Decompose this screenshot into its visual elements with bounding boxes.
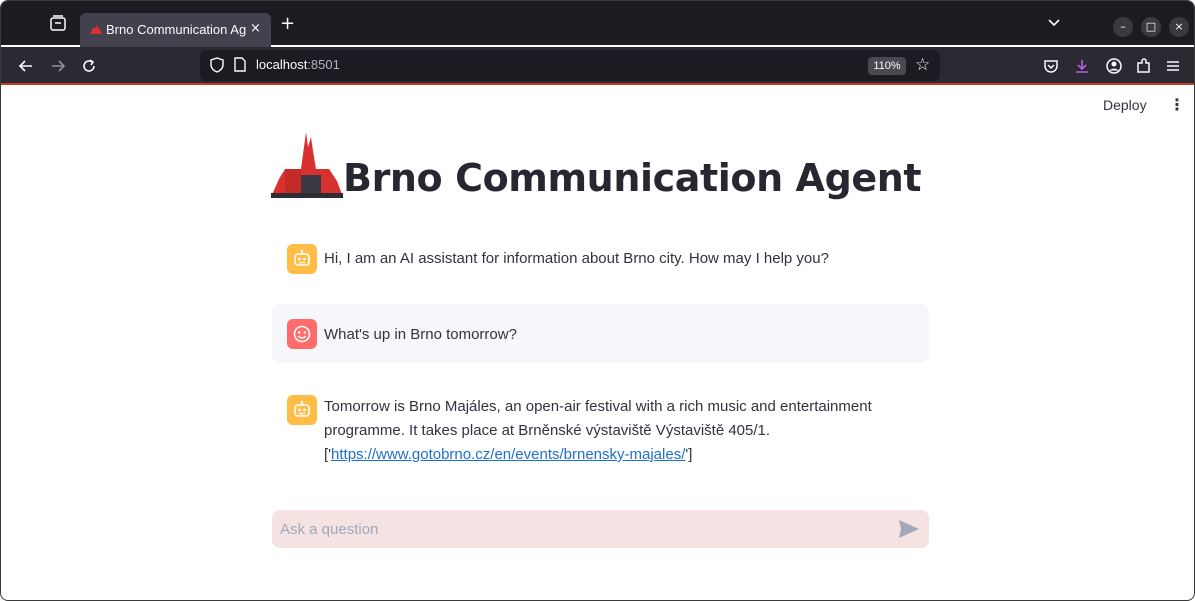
message-text: Hi, I am an AI assistant for information… [324, 250, 829, 267]
url-text[interactable]: localhost:8501 [256, 57, 340, 72]
star-icon[interactable]: ☆ [915, 54, 930, 76]
assistant-avatar [287, 244, 317, 274]
send-icon[interactable] [898, 519, 920, 539]
pocket-icon[interactable] [1042, 57, 1060, 75]
shield-icon[interactable] [210, 57, 224, 73]
maximize-button[interactable]: □ [1141, 17, 1161, 37]
message-text-after-link: '] [685, 446, 693, 463]
deploy-button[interactable]: Deploy [1103, 97, 1147, 113]
assistant-avatar [287, 395, 317, 425]
list-all-tabs-icon[interactable] [1047, 18, 1061, 28]
zoom-level-badge[interactable]: 110% [868, 57, 906, 75]
page-title: Brno Communication Agent [343, 156, 922, 200]
tab-overview-icon[interactable] [49, 14, 67, 32]
url-host: localhost [256, 57, 308, 72]
tab-bar: Brno Communication Agent × + – □ × [1, 1, 1194, 47]
brno-cathedral-icon [90, 24, 102, 34]
download-icon[interactable] [1073, 57, 1091, 75]
loading-indicator-line [1, 83, 1194, 85]
message-text: Tomorrow is Brno Majáles, an open-air fe… [324, 395, 924, 467]
reload-icon[interactable] [80, 57, 98, 75]
address-bar[interactable]: localhost:8501 110% ☆ [200, 50, 940, 81]
url-port: :8501 [307, 57, 340, 72]
chat-input[interactable] [280, 518, 880, 540]
menu-icon[interactable] [1164, 57, 1182, 75]
smiley-icon [293, 325, 311, 343]
browser-window: Brno Communication Agent × + – □ × [0, 0, 1195, 601]
extensions-icon[interactable] [1135, 57, 1153, 75]
tab-title: Brno Communication Agent [106, 22, 246, 37]
chat-message-assistant: Tomorrow is Brno Majáles, an open-air fe… [272, 384, 929, 474]
forward-icon[interactable] [49, 57, 67, 75]
robot-icon [294, 249, 310, 266]
back-icon[interactable] [17, 57, 35, 75]
tab-active[interactable]: Brno Communication Agent × [80, 13, 271, 47]
minimize-button[interactable]: – [1113, 17, 1133, 37]
new-tab-button[interactable]: + [280, 15, 295, 33]
message-text: What's up in Brno tomorrow? [324, 326, 517, 343]
main-menu-button[interactable]: ⋮ [1169, 96, 1185, 114]
page-icon[interactable] [234, 57, 246, 72]
account-icon[interactable] [1105, 57, 1123, 75]
tab-close-button[interactable]: × [250, 21, 261, 37]
close-window-button[interactable]: × [1169, 17, 1189, 37]
user-avatar [287, 319, 317, 349]
chat-message-user: What's up in Brno tomorrow? [272, 304, 929, 363]
event-link[interactable]: https://www.gotobrno.cz/en/events/brnens… [331, 446, 685, 463]
navigation-bar: localhost:8501 110% ☆ [1, 47, 1194, 84]
chat-message-assistant: Hi, I am an AI assistant for information… [272, 233, 929, 285]
brno-cathedral-icon [271, 132, 343, 198]
robot-icon [294, 400, 310, 417]
chat-input-box [272, 510, 929, 548]
